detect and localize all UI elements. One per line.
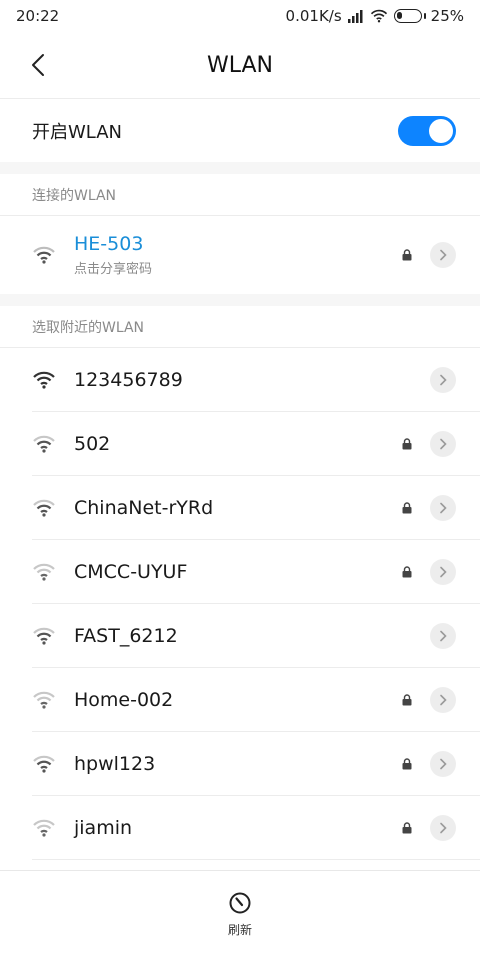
wifi-signal-icon — [33, 819, 55, 837]
network-details-button[interactable] — [430, 623, 456, 649]
toggle-knob — [429, 118, 453, 143]
connected-network-texts: HE-503 点击分享密码 — [74, 233, 152, 277]
wifi-signal-icon — [33, 371, 55, 389]
section-divider — [0, 294, 480, 306]
wifi-signal-icon — [33, 499, 55, 517]
network-name: 123456789 — [74, 369, 183, 391]
connected-network-row[interactable]: HE-503 点击分享密码 — [0, 216, 480, 294]
bottom-action-bar: 刷新 — [0, 870, 480, 960]
battery-icon — [393, 9, 422, 23]
connected-network-name: HE-503 — [74, 233, 144, 255]
section-divider — [0, 162, 480, 174]
network-row[interactable]: jiamin — [0, 796, 480, 860]
lock-icon — [402, 566, 412, 578]
network-details-button[interactable] — [430, 242, 456, 268]
network-details-button[interactable] — [430, 431, 456, 457]
chevron-left-icon — [32, 54, 44, 76]
network-name: hpwl123 — [74, 753, 156, 775]
page-header: WLAN — [0, 32, 480, 98]
network-row[interactable]: CMCC-UYUF — [0, 540, 480, 604]
network-row[interactable]: 123456789 — [0, 348, 480, 412]
back-button[interactable] — [18, 48, 58, 82]
network-row[interactable]: ChinaNet-rYRd — [0, 476, 480, 540]
network-row[interactable]: FAST_6212 — [0, 604, 480, 668]
network-details-button[interactable] — [430, 367, 456, 393]
lock-icon — [402, 249, 412, 261]
network-name: 502 — [74, 433, 111, 455]
refresh-button[interactable]: 刷新 — [228, 891, 252, 938]
chevron-right-icon — [440, 758, 447, 770]
network-name: CMCC-UYUF — [74, 561, 188, 583]
signal-bars-icon — [347, 10, 363, 23]
lock-icon — [402, 758, 412, 770]
connected-section-title: 连接的WLAN — [0, 174, 480, 216]
network-details-button[interactable] — [430, 815, 456, 841]
network-name: ChinaNet-rYRd — [74, 497, 214, 519]
network-details-button[interactable] — [430, 687, 456, 713]
network-name: jiamin — [74, 817, 133, 839]
status-indicators: 0.01K/s 25% — [286, 7, 464, 25]
chevron-right-icon — [440, 502, 447, 514]
chevron-right-icon — [440, 566, 447, 578]
lock-icon — [402, 822, 412, 834]
lock-icon — [402, 694, 412, 706]
lock-icon — [402, 438, 412, 450]
wifi-signal-icon — [33, 691, 55, 709]
chevron-right-icon — [440, 822, 447, 834]
chevron-right-icon — [440, 438, 447, 450]
row-separator — [32, 859, 480, 860]
network-name: Home-002 — [74, 689, 174, 711]
network-name: FAST_6212 — [74, 625, 178, 647]
wifi-signal-icon — [33, 435, 55, 453]
page-title: WLAN — [206, 52, 274, 78]
wlan-toggle-row[interactable]: 开启WLAN — [0, 98, 480, 162]
nearby-section-title: 选取附近的WLAN — [0, 306, 480, 348]
network-row[interactable]: 502 — [0, 412, 480, 476]
net-speed: 0.01K/s — [285, 7, 342, 25]
chevron-right-icon — [440, 249, 447, 261]
wlan-toggle-switch[interactable] — [398, 115, 456, 146]
wifi-signal-icon — [33, 755, 55, 773]
status-bar: 20:22 0.01K/s 25% — [0, 0, 480, 32]
network-details-button[interactable] — [430, 495, 456, 521]
battery-tip — [423, 13, 426, 19]
status-time: 20:22 — [16, 7, 60, 25]
network-row[interactable]: Home-002 — [0, 668, 480, 732]
battery-percent: 25% — [430, 7, 464, 25]
wifi-signal-icon — [33, 563, 55, 581]
chevron-right-icon — [440, 630, 447, 642]
lock-icon — [402, 502, 412, 514]
wifi-signal-icon — [33, 246, 55, 264]
chevron-right-icon — [440, 374, 447, 386]
share-password-hint[interactable]: 点击分享密码 — [74, 258, 152, 277]
refresh-label: 刷新 — [227, 923, 252, 937]
battery-indicator: 25% — [393, 7, 464, 25]
wifi-signal-icon — [33, 627, 55, 645]
wlan-toggle-label: 开启WLAN — [32, 121, 123, 143]
wifi-status-icon — [370, 9, 387, 23]
network-details-button[interactable] — [430, 751, 456, 777]
chevron-right-icon — [440, 694, 447, 706]
network-row[interactable]: hpwl123 — [0, 732, 480, 796]
refresh-icon — [229, 892, 251, 914]
battery-fill — [396, 12, 402, 19]
network-details-button[interactable] — [430, 559, 456, 585]
